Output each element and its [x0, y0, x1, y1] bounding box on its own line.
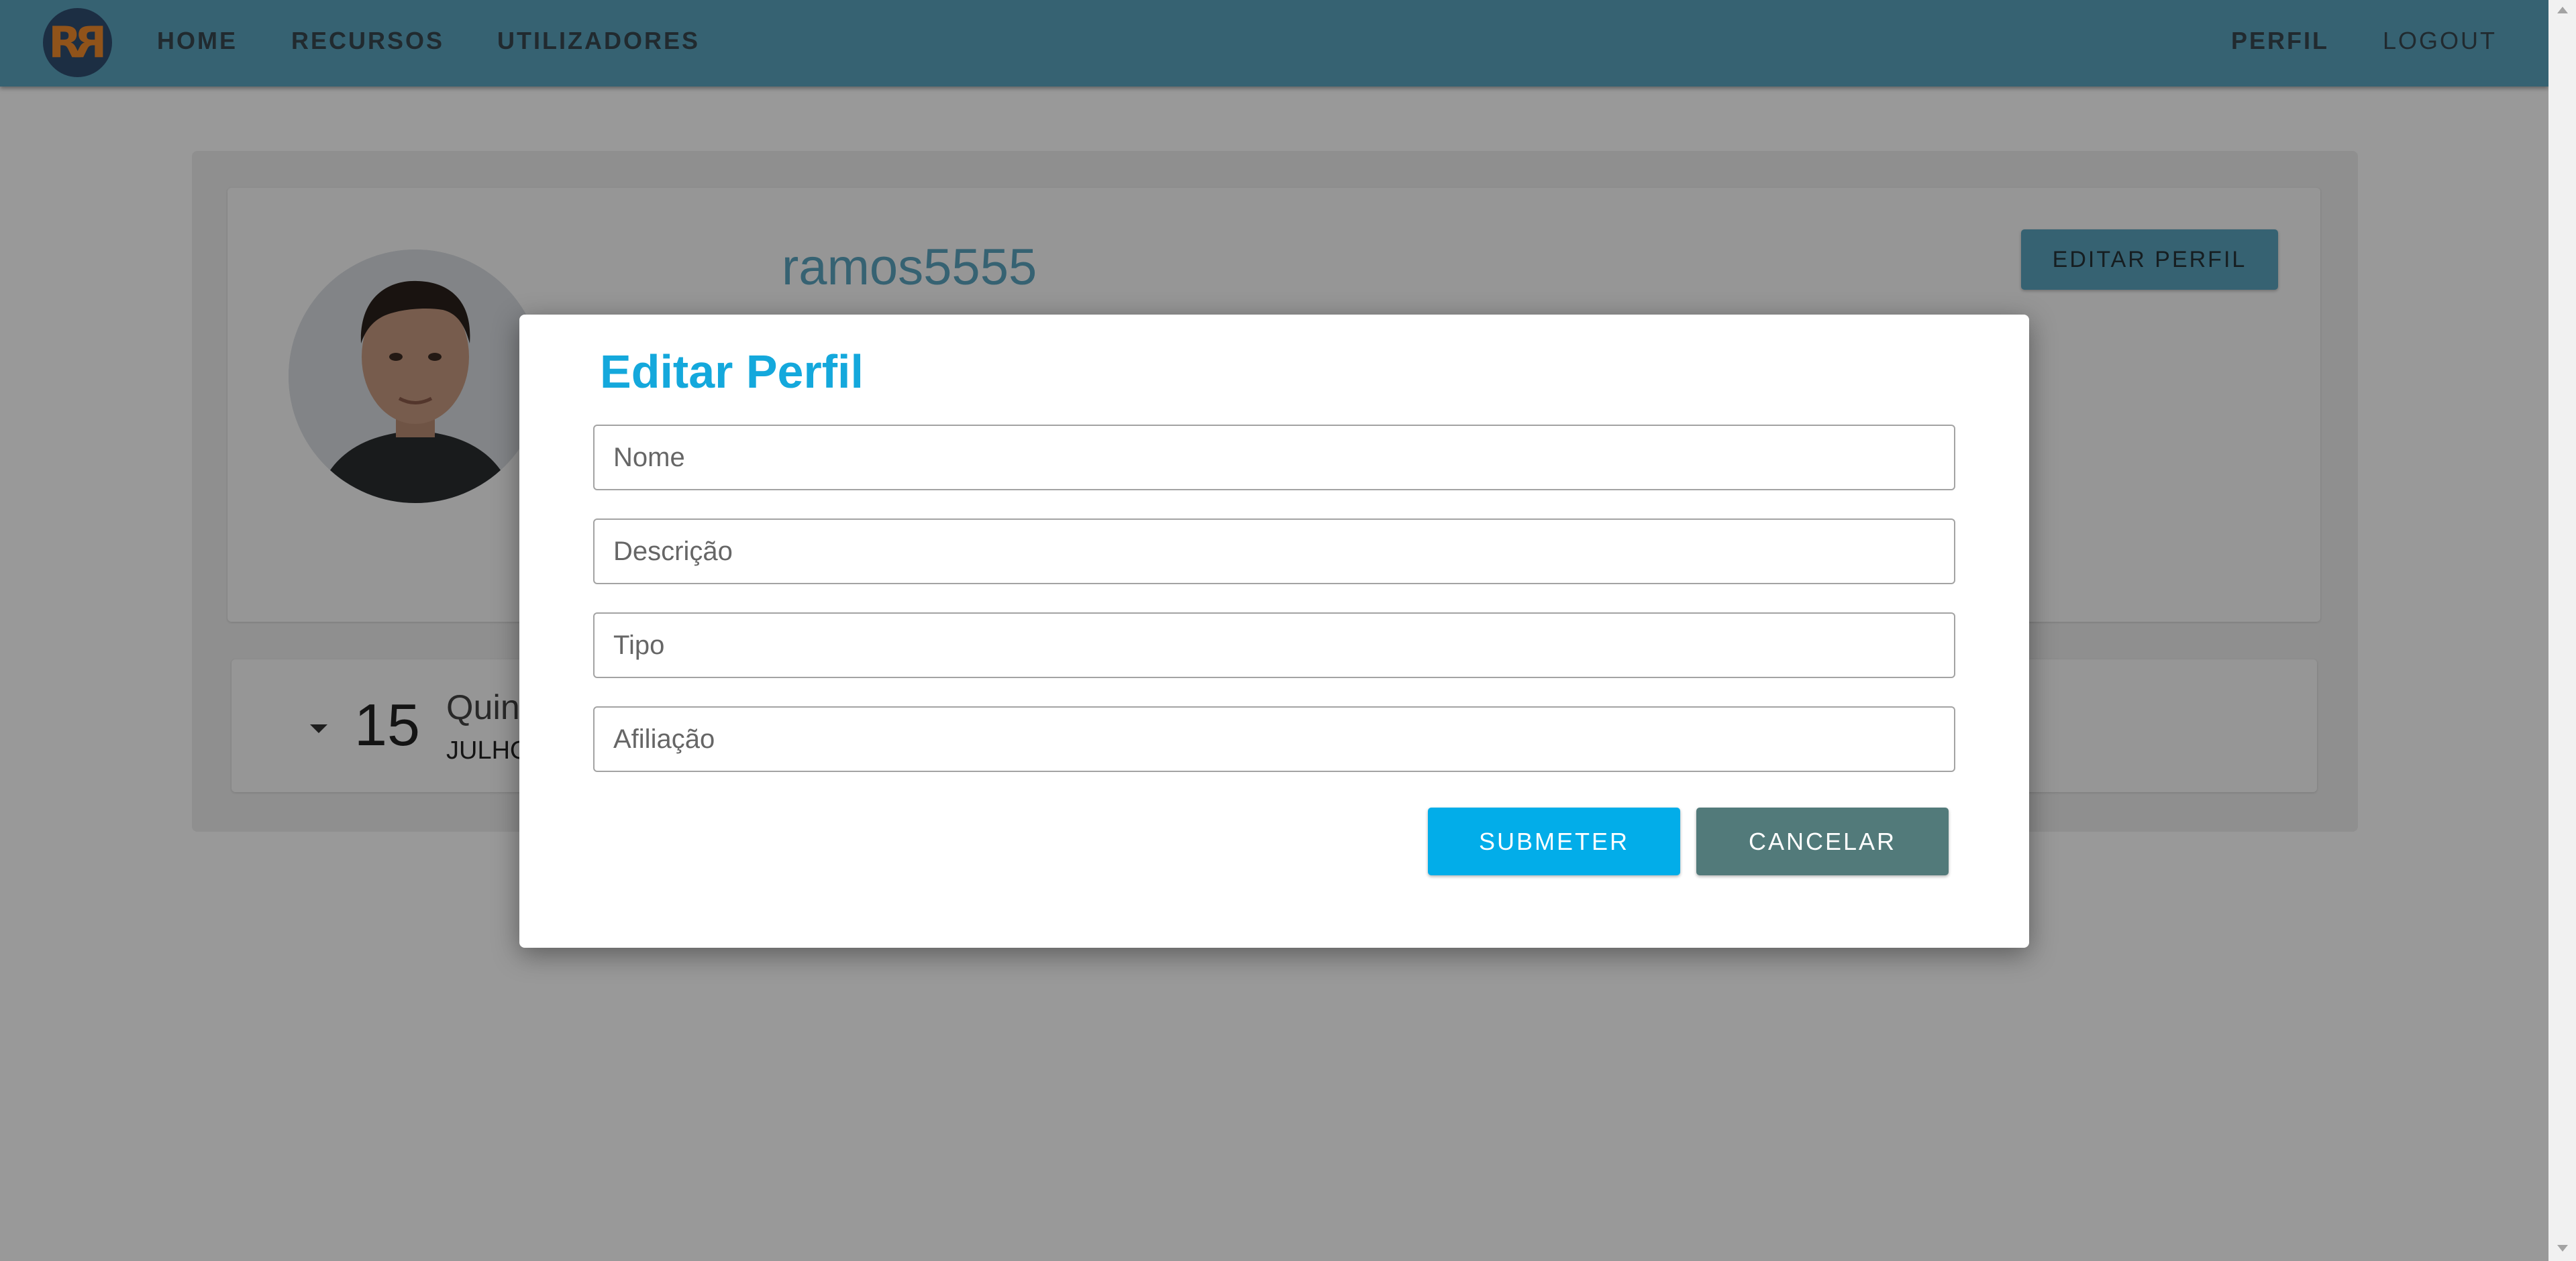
cancel-button[interactable]: CANCELAR — [1696, 808, 1949, 875]
descricao-field[interactable] — [593, 518, 1955, 584]
vertical-scrollbar[interactable] — [2548, 0, 2576, 1261]
modal-title: Editar Perfil — [600, 345, 864, 398]
nome-field[interactable] — [593, 425, 1955, 490]
scroll-up-arrow-icon[interactable] — [2557, 7, 2568, 13]
edit-profile-modal: Editar Perfil SUBMETER CANCELAR — [519, 315, 2029, 948]
afiliacao-field[interactable] — [593, 706, 1955, 772]
tipo-field[interactable] — [593, 612, 1955, 678]
submit-button[interactable]: SUBMETER — [1428, 808, 1680, 875]
scroll-down-arrow-icon[interactable] — [2557, 1245, 2568, 1252]
